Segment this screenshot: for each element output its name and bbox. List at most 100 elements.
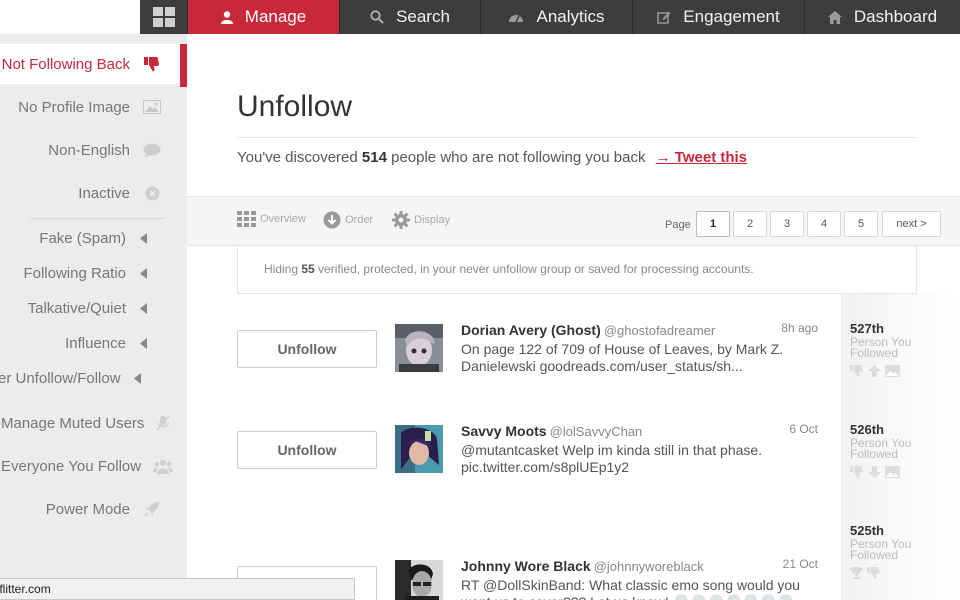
- caret-left-icon: [138, 302, 148, 314]
- page-button-4[interactable]: 4: [807, 211, 841, 237]
- page-title: Unfollow: [237, 90, 353, 123]
- tweet-time: 6 Oct: [789, 422, 818, 436]
- unfollow-button[interactable]: Unfollow: [237, 330, 377, 368]
- sidebar-item-label: Not Following Back: [1, 55, 130, 73]
- tab-dashboard[interactable]: Dashboard: [804, 0, 960, 34]
- user-name[interactable]: Savvy Moots @lolSavvyChan: [461, 423, 642, 439]
- order-label: Order: [345, 214, 374, 226]
- arrow-down-icon[interactable]: [868, 466, 881, 478]
- image-icon: [142, 100, 162, 114]
- sidebar-item-following-ratio[interactable]: Following Ratio: [0, 253, 187, 293]
- summary-count: 514: [361, 149, 387, 166]
- hiding-prefix: Hiding: [264, 262, 302, 276]
- user-icon: [220, 10, 233, 24]
- tab-label: Analytics: [536, 7, 605, 26]
- list-item: 526th Person You Followed Unfollow Savvy…: [187, 395, 960, 496]
- tab-engagement[interactable]: Engagement: [632, 0, 804, 34]
- sidebar-item-label: Manage Muted Users: [1, 414, 145, 432]
- thumbs-down-icon[interactable]: [850, 365, 864, 377]
- tab-manage[interactable]: Manage: [187, 0, 339, 34]
- follow-rank: 526th: [850, 422, 884, 437]
- image-icon[interactable]: [885, 466, 900, 478]
- gear-icon: [392, 211, 410, 229]
- page-label: Page: [665, 219, 691, 231]
- tab-label: Search: [396, 7, 450, 26]
- home-icon: [827, 10, 842, 24]
- follow-rank: 527th: [850, 321, 884, 336]
- users-icon: [153, 459, 174, 474]
- caret-left-icon: [138, 232, 148, 244]
- trophy-icon[interactable]: [850, 567, 863, 579]
- user-handle: @lolSavvyChan: [549, 424, 643, 439]
- page-button-5[interactable]: 5: [844, 211, 878, 237]
- row-action-icons: [850, 365, 900, 377]
- title-divider: [237, 137, 916, 138]
- user-name[interactable]: Dorian Avery (Ghost) @ghostofadreamer: [461, 322, 715, 338]
- list-toolbar: Overview Order Display Page 1 2 3 4 5 ne…: [187, 196, 960, 246]
- rocket-icon: [142, 501, 162, 517]
- sidebar-item-label: No Profile Image: [18, 98, 130, 116]
- order-button[interactable]: Order: [323, 211, 373, 229]
- row-action-icons: [850, 567, 881, 579]
- sidebar-item-unfollow-follow[interactable]: er Unfollow/Follow: [0, 358, 187, 398]
- main-content: Unfollow You've discovered 514 people wh…: [187, 34, 960, 600]
- sidebar-item-label: Everyone You Follow: [1, 457, 142, 475]
- sidebar-item-manage-muted-users[interactable]: Manage Muted Users: [0, 403, 187, 443]
- sidebar-item-inactive[interactable]: Inactive: [0, 173, 187, 213]
- page-button-1[interactable]: 1: [696, 211, 730, 237]
- sidebar-item-label: Influence: [65, 334, 126, 352]
- unfollow-button[interactable]: Unfollow: [237, 431, 377, 469]
- user-handle: @johnnyworeblack: [593, 559, 704, 574]
- x-circle-icon: [142, 186, 162, 201]
- sidebar-item-non-english[interactable]: Non-English: [0, 130, 187, 170]
- page-button-2[interactable]: 2: [733, 211, 767, 237]
- follow-rank-caption: Person You Followed: [850, 436, 912, 461]
- thumbs-down-icon: [142, 56, 162, 72]
- sidebar-item-not-following-back[interactable]: Not Following Back: [0, 44, 187, 87]
- display-name: Savvy Moots: [461, 423, 547, 439]
- next-page-button[interactable]: next >: [882, 211, 941, 237]
- arrow-down-circle-icon: [323, 211, 341, 229]
- avatar[interactable]: [395, 324, 443, 372]
- caret-left-icon: [133, 372, 143, 384]
- sidebar-item-talkative-quiet[interactable]: Talkative/Quiet: [0, 288, 187, 328]
- sidebar-item-influence[interactable]: Influence: [0, 323, 187, 363]
- tweet-this-link[interactable]: → Tweet this: [656, 149, 747, 166]
- avatar[interactable]: [395, 560, 443, 600]
- nav-blank-area: [0, 0, 140, 34]
- display-button[interactable]: Display: [392, 211, 450, 229]
- hiding-suffix: verified, protected, in your never unfol…: [314, 262, 754, 276]
- latest-tweet-text: On page 122 of 709 of House of Leaves, b…: [461, 341, 784, 374]
- discovered-summary: You've discovered 514 people who are not…: [237, 149, 747, 166]
- mute-mic-icon: [156, 415, 170, 431]
- user-handle: @ghostofadreamer: [603, 323, 716, 338]
- tab-analytics[interactable]: Analytics: [480, 0, 632, 34]
- tab-label: Engagement: [683, 7, 780, 26]
- avatar[interactable]: [395, 425, 443, 473]
- arrow-up-icon[interactable]: [868, 365, 881, 377]
- sidebar-item-everyone-you-follow[interactable]: Everyone You Follow: [0, 446, 187, 486]
- caret-left-icon: [138, 337, 148, 349]
- grid-menu-button[interactable]: [140, 0, 187, 34]
- sidebar-item-label: Fake (Spam): [39, 229, 126, 247]
- browser-status-bar: geflitter.com: [0, 578, 355, 600]
- rank-column: 526th Person You Followed: [841, 395, 960, 496]
- summary-prefix: You've discovered: [237, 149, 362, 166]
- sidebar-item-no-profile-image[interactable]: No Profile Image: [0, 87, 187, 127]
- sidebar-item-power-mode[interactable]: Power Mode: [0, 489, 187, 529]
- image-icon[interactable]: [885, 365, 900, 377]
- thumbs-down-icon[interactable]: [867, 567, 881, 579]
- sidebar-item-label: er Unfollow/Follow: [0, 369, 121, 387]
- sidebar-item-label: Non-English: [48, 141, 130, 159]
- grid-view-icon: [237, 211, 256, 227]
- overview-button[interactable]: Overview: [237, 211, 306, 227]
- user-name[interactable]: Johnny Wore Black @johnnyworeblack: [461, 558, 704, 574]
- page-button-3[interactable]: 3: [770, 211, 804, 237]
- thumbs-down-icon[interactable]: [850, 466, 864, 478]
- summary-suffix: people who are not following you back: [386, 149, 646, 166]
- latest-tweet-text: @mutantcasket Welp im kinda still in tha…: [461, 442, 763, 475]
- sidebar-item-fake-spam[interactable]: Fake (Spam): [0, 218, 187, 258]
- edit-icon: [657, 10, 671, 24]
- tab-search[interactable]: Search: [339, 0, 480, 34]
- sidebar-item-label: Talkative/Quiet: [27, 299, 126, 317]
